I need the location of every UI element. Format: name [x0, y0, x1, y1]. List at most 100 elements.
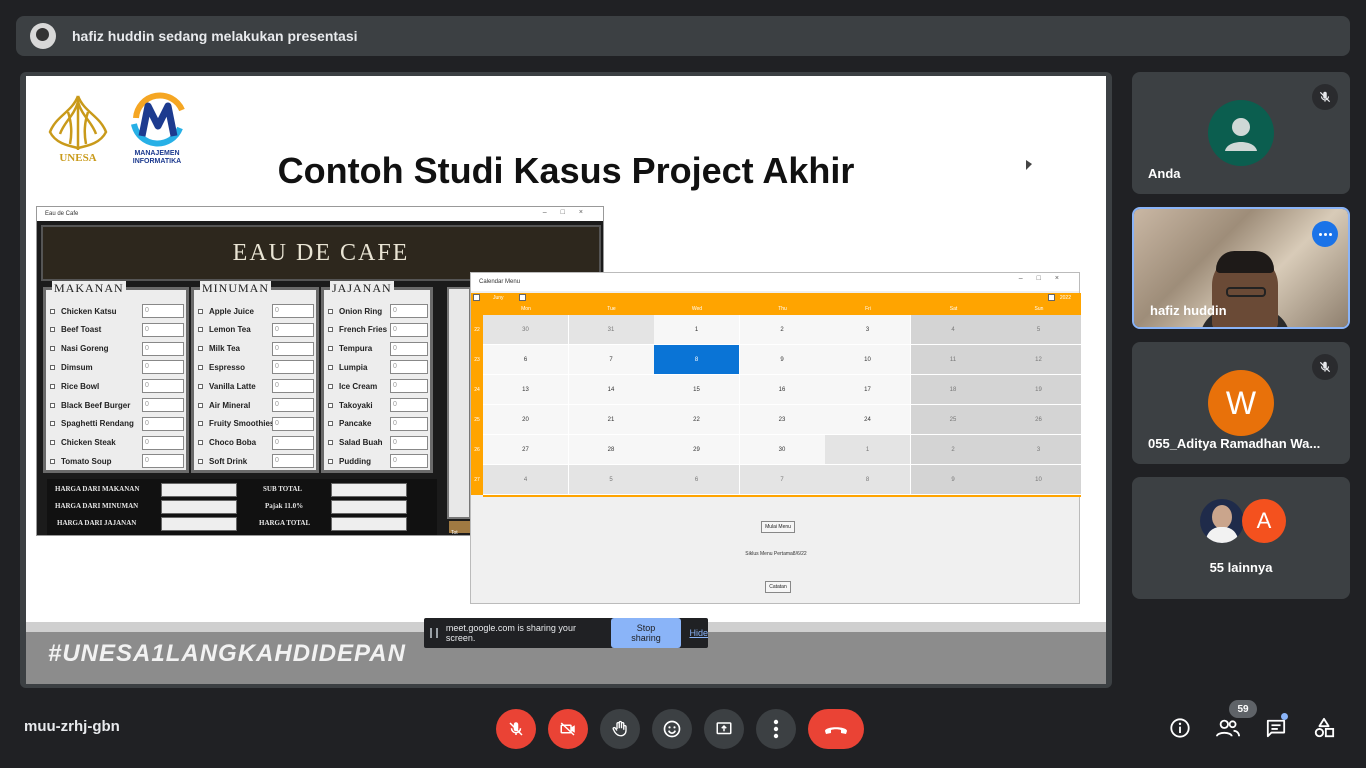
catatan-button[interactable]: Catatan [765, 581, 791, 593]
more-options-button[interactable] [756, 709, 796, 749]
quantity-field[interactable]: 0 [390, 379, 428, 394]
prev-year-button[interactable] [1048, 294, 1055, 301]
item-checkbox[interactable] [328, 308, 333, 314]
camera-toggle-button[interactable] [548, 709, 588, 749]
item-checkbox[interactable] [50, 308, 55, 314]
item-checkbox[interactable] [50, 440, 55, 446]
quantity-field[interactable]: 0 [390, 416, 428, 431]
calendar-day-cell[interactable]: 21 [568, 405, 655, 435]
quantity-field[interactable]: 0 [272, 304, 314, 318]
calendar-day-cell[interactable]: 7 [568, 345, 655, 375]
calendar-day-cell[interactable]: 4 [910, 315, 997, 345]
quantity-field[interactable]: 0 [272, 341, 314, 356]
quantity-field[interactable]: 0 [142, 416, 184, 431]
mic-toggle-button[interactable] [496, 709, 536, 749]
quantity-field[interactable]: 0 [142, 341, 184, 356]
item-checkbox[interactable] [50, 346, 55, 352]
quantity-field[interactable]: 0 [390, 341, 428, 356]
quantity-field[interactable]: 0 [272, 379, 314, 394]
quantity-field[interactable]: 0 [142, 454, 184, 469]
item-checkbox[interactable] [198, 327, 203, 333]
item-checkbox[interactable] [328, 364, 333, 370]
calendar-day-cell[interactable]: 6 [483, 345, 569, 375]
calendar-day-cell[interactable]: 14 [568, 375, 655, 405]
harga-total-field[interactable] [331, 517, 407, 531]
item-checkbox[interactable] [328, 383, 333, 389]
next-month-button[interactable] [519, 294, 526, 301]
quantity-field[interactable]: 0 [272, 398, 314, 412]
harga-jajanan-field[interactable] [161, 517, 237, 531]
quantity-field[interactable]: 0 [390, 398, 428, 412]
quantity-field[interactable]: 0 [142, 322, 184, 337]
prev-month-button[interactable] [473, 294, 480, 301]
calendar-day-cell[interactable]: 4 [483, 465, 569, 495]
quantity-field[interactable]: 0 [390, 322, 428, 337]
calendar-day-cell[interactable]: 20 [483, 405, 569, 435]
harga-makanan-field[interactable] [161, 483, 237, 497]
item-checkbox[interactable] [328, 421, 333, 427]
calendar-day-cell[interactable]: 8 [654, 345, 740, 375]
quantity-field[interactable]: 0 [390, 435, 428, 450]
item-checkbox[interactable] [198, 402, 203, 408]
calendar-day-cell[interactable]: 1 [825, 435, 911, 465]
item-checkbox[interactable] [328, 346, 333, 352]
mulai-menu-button[interactable]: Mulai Menu [761, 521, 795, 533]
item-checkbox[interactable] [328, 402, 333, 408]
presentation-stage[interactable]: UNESA MANAJEMEN INFORMATIKA Contoh Studi… [20, 72, 1112, 688]
calendar-day-cell[interactable]: 26 [996, 405, 1082, 435]
calendar-day-cell[interactable]: 17 [825, 375, 911, 405]
calendar-day-cell[interactable]: 15 [654, 375, 740, 405]
stop-sharing-button[interactable]: Stop sharing [610, 618, 682, 648]
item-checkbox[interactable] [50, 402, 55, 408]
hide-link[interactable]: Hide [689, 628, 708, 638]
item-checkbox[interactable] [198, 440, 203, 446]
raise-hand-button[interactable] [600, 709, 640, 749]
more-options-icon[interactable] [1312, 221, 1338, 247]
present-button[interactable] [704, 709, 744, 749]
leave-call-button[interactable] [808, 709, 864, 749]
calendar-day-cell[interactable]: 30 [739, 435, 826, 465]
item-checkbox[interactable] [198, 346, 203, 352]
quantity-field[interactable]: 0 [390, 304, 428, 318]
calendar-day-cell[interactable]: 19 [996, 375, 1082, 405]
calendar-day-cell[interactable]: 23 [739, 405, 826, 435]
item-checkbox[interactable] [50, 327, 55, 333]
item-checkbox[interactable] [198, 308, 203, 314]
calendar-day-cell[interactable]: 6 [654, 465, 740, 495]
calendar-day-cell[interactable]: 30 [483, 315, 569, 345]
item-checkbox[interactable] [328, 458, 333, 464]
calendar-day-cell[interactable]: 31 [568, 315, 655, 345]
calendar-day-cell[interactable]: 10 [996, 465, 1082, 495]
calendar-day-cell[interactable]: 22 [654, 405, 740, 435]
item-checkbox[interactable] [50, 458, 55, 464]
calendar-day-cell[interactable]: 9 [910, 465, 997, 495]
item-checkbox[interactable] [50, 421, 55, 427]
calendar-day-cell[interactable]: 10 [825, 345, 911, 375]
sub-total-field[interactable] [331, 483, 407, 497]
people-button[interactable] [1214, 714, 1242, 742]
calendar-day-cell[interactable]: 1 [654, 315, 740, 345]
calendar-day-cell[interactable]: 2 [910, 435, 997, 465]
calendar-day-cell[interactable]: 25 [910, 405, 997, 435]
item-checkbox[interactable] [198, 383, 203, 389]
participant-tile-others[interactable]: A 55 lainnya [1132, 477, 1350, 599]
calendar-day-cell[interactable]: 3 [825, 315, 911, 345]
calendar-day-cell[interactable]: 18 [910, 375, 997, 405]
item-checkbox[interactable] [50, 364, 55, 370]
activities-button[interactable] [1310, 714, 1338, 742]
calendar-day-cell[interactable]: 3 [996, 435, 1082, 465]
quantity-field[interactable]: 0 [272, 454, 314, 469]
quantity-field[interactable]: 0 [272, 416, 314, 431]
item-checkbox[interactable] [198, 458, 203, 464]
item-checkbox[interactable] [328, 327, 333, 333]
quantity-field[interactable]: 0 [390, 360, 428, 375]
calendar-day-cell[interactable]: 13 [483, 375, 569, 405]
calendar-day-cell[interactable]: 7 [739, 465, 826, 495]
calendar-day-cell[interactable]: 28 [568, 435, 655, 465]
item-checkbox[interactable] [328, 440, 333, 446]
emoji-button[interactable] [652, 709, 692, 749]
harga-minuman-field[interactable] [161, 500, 237, 514]
participant-tile-hafiz[interactable]: hafiz huddin [1132, 207, 1350, 329]
calendar-day-cell[interactable]: 12 [996, 345, 1082, 375]
quantity-field[interactable]: 0 [390, 454, 428, 469]
